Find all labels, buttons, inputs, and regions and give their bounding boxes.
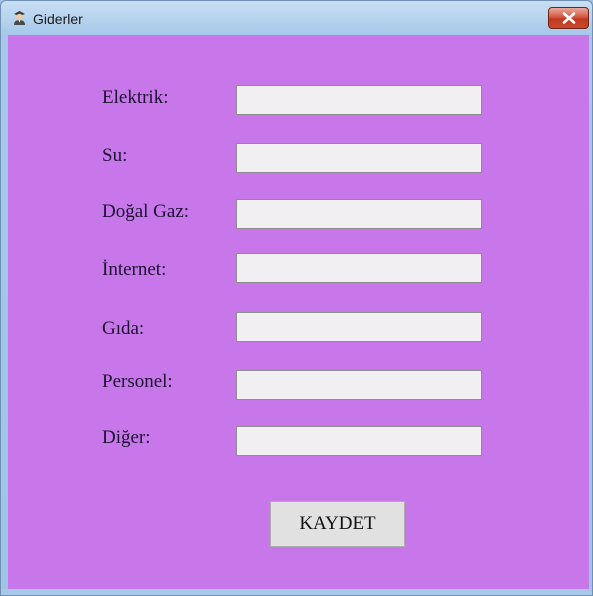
window-title: Giderler	[33, 11, 83, 27]
personel-input[interactable]	[236, 370, 482, 400]
person-icon	[14, 11, 25, 25]
close-button[interactable]	[548, 7, 589, 29]
window-bottom-border	[1, 589, 592, 595]
dogal-gaz-input[interactable]	[236, 199, 482, 229]
title-bar[interactable]: Giderler	[1, 1, 592, 35]
gida-input[interactable]	[236, 312, 482, 342]
label-personel: Personel:	[102, 371, 173, 392]
elektrik-input[interactable]	[236, 85, 482, 115]
diger-input[interactable]	[236, 426, 482, 456]
label-dogal-gaz: Doğal Gaz:	[102, 201, 190, 222]
label-elektrik: Elektrik:	[102, 87, 169, 108]
label-su: Su:	[102, 145, 128, 166]
form-panel: Elektrik: Su: Doğal Gaz: İnternet: Gıda:…	[8, 35, 589, 589]
giderler-window: Giderler Elektrik: Su: Doğal Gaz: İntern…	[0, 0, 593, 596]
close-icon	[562, 12, 575, 24]
label-diger: Diğer:	[102, 427, 151, 448]
internet-input[interactable]	[236, 253, 482, 283]
save-button[interactable]: KAYDET	[270, 501, 405, 547]
label-gida: Gıda:	[102, 318, 145, 339]
su-input[interactable]	[236, 143, 482, 173]
label-internet: İnternet:	[102, 259, 167, 280]
